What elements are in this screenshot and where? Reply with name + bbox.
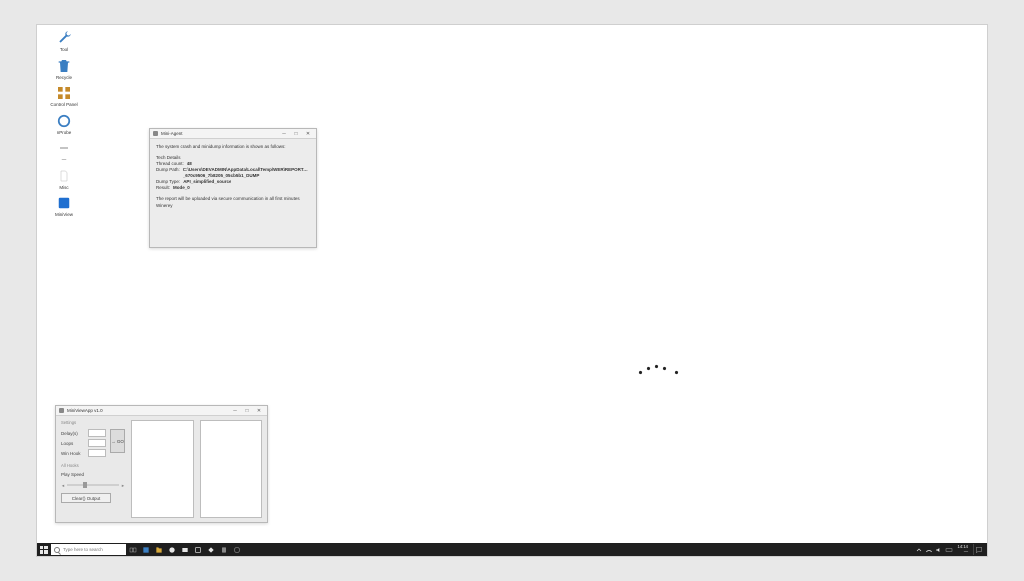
loops-input[interactable] [88,439,106,447]
search-icon [54,547,60,553]
footer-text: The report will be uploaded via secure c… [156,196,310,208]
maximize-button[interactable]: □ [242,407,252,414]
search-placeholder: Type here to search [63,547,103,552]
tray-volume-icon[interactable] [935,546,943,554]
grid-icon [55,84,73,102]
desktop-workspace: Tool Recycle Control Panel nProbe [36,24,988,557]
blueapp-icon [55,194,73,212]
dump-path-label: Dump Path: [156,167,180,179]
circle-icon [55,112,73,130]
titlebar[interactable]: Mini-Agent ─ □ ✕ [150,129,316,139]
desktop-icon-recycle[interactable]: Recycle [43,57,85,81]
taskbar-app-3[interactable] [165,543,178,556]
taskbar-search[interactable]: Type here to search [51,544,126,555]
right-pane[interactable] [200,420,263,518]
desktop-icon-label: — [62,158,67,163]
dump-type-value: API_simplified_source [183,179,231,185]
minimize-button[interactable]: ─ [279,130,289,137]
window-title: Mini-Agent [161,131,183,136]
delay-label: Delay(s) [61,431,85,436]
go-button[interactable]: → GO [110,429,125,453]
desktop-icon-miniview[interactable]: MiniView [43,194,85,218]
windows-logo-icon [40,546,48,554]
window-body: The system crash and minidump informatio… [150,139,316,214]
settings-panel: Settings Delay(s) Loops Win Hook [61,420,125,518]
taskbar-app-4[interactable] [178,543,191,556]
taskbar-clock[interactable]: 14:14 — [955,545,971,553]
dump-path-value: C:\Users\DEVADMIN\AppData\Local\Temp\WER… [183,167,310,179]
taskbar: Type here to search [37,543,987,556]
dash-icon [55,139,73,157]
window-miniview: MiniViewApp v1.0 ─ □ ✕ Settings Delay(s) [55,405,268,523]
desktop-icon-tool[interactable]: Tool [43,29,85,53]
taskbar-app-7[interactable] [217,543,230,556]
desktop-icon-label: nProbe [57,131,72,136]
winhook-label: Win Hook [61,451,85,456]
tray-chevron-up-icon[interactable] [915,546,923,554]
desktop-icon-controlpanel[interactable]: Control Panel [43,84,85,108]
window-icon [153,131,158,136]
slider-max-icon: ► [121,483,125,488]
desktop-icon-label: Misc [59,186,68,191]
play-speed-slider[interactable]: ◄ ► [61,482,125,488]
task-view-button[interactable] [126,543,139,556]
clock-date: — [958,550,968,554]
taskbar-app-8[interactable] [230,543,243,556]
group-hooks-label: All Hooks [61,463,125,468]
window-title: MiniViewApp v1.0 [67,408,103,413]
close-button[interactable]: ✕ [254,407,264,414]
taskbar-app-5[interactable] [191,543,204,556]
desktop-icon-label: MiniView [55,213,73,218]
doc-icon [55,167,73,185]
result-label: Result: [156,185,170,191]
action-center-button[interactable] [973,544,984,555]
desktop-icons-column: Tool Recycle Control Panel nProbe [43,29,85,218]
desktop-icon-label: Recycle [56,76,72,81]
window-icon [59,408,64,413]
busy-spinner-icon [637,365,685,383]
taskbar-app-2[interactable] [152,543,165,556]
tray-network-icon[interactable] [925,546,933,554]
intro-text: The system crash and minidump informatio… [156,144,310,150]
result-value: Mode_0 [173,185,190,191]
taskbar-app-6[interactable] [204,543,217,556]
delay-input[interactable] [88,429,106,437]
system-tray: 14:14 — [915,544,987,555]
maximize-button[interactable]: □ [291,130,301,137]
loops-label: Loops [61,441,85,446]
winhook-input[interactable] [88,449,106,457]
wrench-icon [55,29,73,47]
start-button[interactable] [37,543,50,556]
desktop-icon-misc[interactable]: Misc [43,167,85,191]
desktop-icon-dash[interactable]: — [43,139,85,163]
group-settings-label: Settings [61,420,125,425]
titlebar[interactable]: MiniViewApp v1.0 ─ □ ✕ [56,406,267,416]
minimize-button[interactable]: ─ [230,407,240,414]
bin-icon [55,57,73,75]
window-minidump: Mini-Agent ─ □ ✕ The system crash and mi… [149,128,317,248]
slider-min-icon: ◄ [61,483,65,488]
left-pane[interactable] [131,420,194,518]
close-button[interactable]: ✕ [303,130,313,137]
desktop-icon-label: Control Panel [50,103,77,108]
desktop-icon-nprobe[interactable]: nProbe [43,112,85,136]
clear-output-button[interactable]: Clear() Output [61,493,111,503]
desktop-icon-label: Tool [60,48,68,53]
taskbar-app-1[interactable] [139,543,152,556]
slider-label: Play Speed [61,472,125,477]
tray-keyboard-icon[interactable] [945,546,953,554]
